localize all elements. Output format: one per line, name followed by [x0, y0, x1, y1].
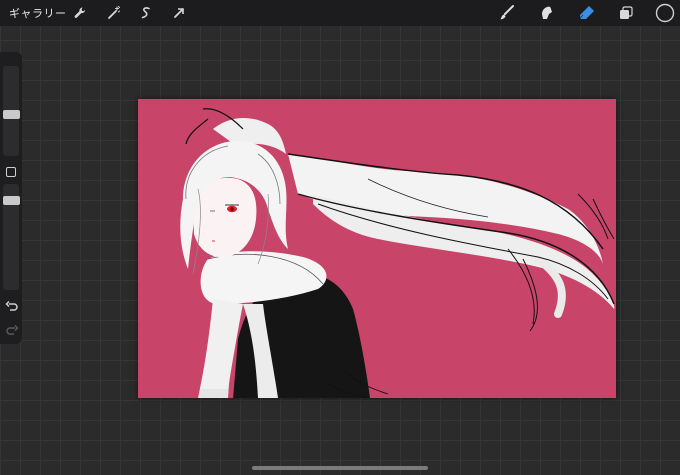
- redo-icon[interactable]: [5, 323, 19, 337]
- top-toolbar: ギャラリー: [0, 0, 680, 26]
- modify-button[interactable]: [6, 167, 16, 177]
- color-swatch[interactable]: [655, 3, 675, 23]
- opacity-thumb[interactable]: [3, 196, 20, 205]
- wrench-icon[interactable]: [70, 3, 90, 23]
- eraser-icon[interactable]: [577, 3, 597, 23]
- transform-arrow-icon[interactable]: [169, 3, 189, 23]
- undo-icon[interactable]: [5, 299, 19, 313]
- magic-wand-icon[interactable]: [104, 3, 124, 23]
- gallery-button[interactable]: ギャラリー: [9, 5, 67, 21]
- drawing-canvas[interactable]: [138, 99, 616, 398]
- sketch-illustration: [180, 108, 615, 398]
- smudge-icon[interactable]: [537, 3, 557, 23]
- selection-icon[interactable]: [136, 3, 156, 23]
- left-sidebar: [0, 52, 22, 344]
- layers-icon[interactable]: [616, 3, 636, 23]
- brush-icon[interactable]: [497, 3, 517, 23]
- home-indicator[interactable]: [252, 466, 428, 470]
- brush-size-thumb[interactable]: [3, 110, 20, 119]
